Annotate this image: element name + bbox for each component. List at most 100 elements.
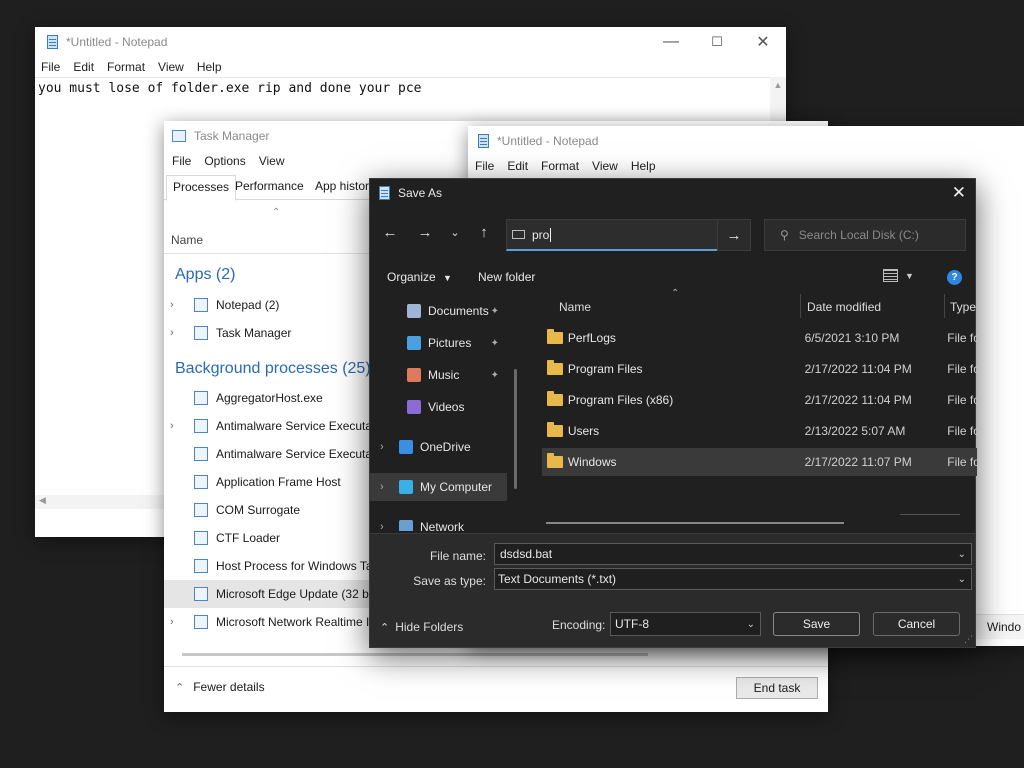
chevron-up-icon: ⌃ xyxy=(380,621,390,634)
file-name: Program Files xyxy=(567,362,643,376)
view-options-button[interactable]: ▼ xyxy=(883,269,914,282)
nav-item[interactable]: › OneDrive xyxy=(370,433,515,461)
file-name: Program Files (x86) xyxy=(567,393,674,407)
bg-process-label: Application Frame Host xyxy=(216,475,341,489)
save-type-select[interactable]: Text Documents (*.txt) ⌄ xyxy=(494,568,972,590)
address-bar[interactable]: pro ⌄ xyxy=(506,219,751,251)
music-icon xyxy=(407,368,421,382)
file-name-input[interactable]: dsdsd.bat ⌄ xyxy=(494,543,972,565)
tm-menu-options[interactable]: Options xyxy=(204,154,245,168)
network-icon xyxy=(399,520,413,531)
np2-menu-edit[interactable]: Edit xyxy=(507,159,528,173)
notepad-icon xyxy=(379,186,390,200)
close-icon[interactable]: ✕ xyxy=(952,183,966,203)
recent-locations-icon[interactable]: ⌄ xyxy=(444,221,466,243)
menu-edit[interactable]: Edit xyxy=(73,60,94,74)
nav-scrollbar[interactable] xyxy=(514,369,517,489)
nav-item[interactable]: Pictures ✦ xyxy=(370,329,515,357)
file-row[interactable]: Users 2/13/2022 5:07 AM File fo xyxy=(542,417,977,445)
np2-menu-view[interactable]: View xyxy=(592,159,618,173)
go-button[interactable]: → xyxy=(717,219,751,251)
menu-view[interactable]: View xyxy=(158,60,184,74)
fewer-details-button[interactable]: ⌃ Fewer details xyxy=(175,680,265,694)
tab-processes[interactable]: Processes xyxy=(166,175,237,201)
maximize-icon[interactable]: ☐ xyxy=(694,27,740,57)
file-hscrollbar[interactable] xyxy=(546,522,844,524)
back-arrow-icon[interactable]: ← xyxy=(379,221,401,243)
np2-menu-format[interactable]: Format xyxy=(541,159,579,173)
tm-menu-file[interactable]: File xyxy=(172,154,191,168)
notepad-2-menubar: File Edit Format View Help xyxy=(468,156,663,176)
notepad-2-titlebar[interactable]: *Untitled - Notepad xyxy=(468,126,1024,156)
notepad-icon xyxy=(47,35,58,49)
navigation-pane: Documents ✦ Pictures ✦ Music ✦ Videos › OneDrive… xyxy=(370,295,527,531)
encoding-value: UTF-8 xyxy=(615,617,649,631)
column-header-name[interactable]: Name xyxy=(171,233,203,247)
file-hscrollbar-track xyxy=(900,514,960,515)
up-arrow-icon[interactable]: ↑ xyxy=(473,221,495,243)
file-row[interactable]: Windows 2/17/2022 11:07 PM File fo xyxy=(542,448,977,476)
search-box[interactable]: ⚲ Search Local Disk (C:) xyxy=(764,219,966,251)
forward-arrow-icon[interactable]: → xyxy=(414,221,436,243)
nav-item-label: Videos xyxy=(428,400,465,414)
chevron-down-icon[interactable]: ⌄ xyxy=(958,549,966,560)
save-as-titlebar[interactable]: Save As ✕ xyxy=(370,179,975,207)
chevron-right-icon[interactable]: › xyxy=(380,521,399,531)
process-icon xyxy=(194,559,208,573)
end-task-button[interactable]: End task xyxy=(736,677,818,699)
file-name: Users xyxy=(567,424,600,438)
col-header-type[interactable]: Type xyxy=(950,300,976,314)
save-as-dialog: Save As ✕ ← → ⌄ ↑ pro ⌄ → ⚲ Search Local… xyxy=(369,178,977,648)
minimize-icon[interactable]: — xyxy=(648,27,694,57)
file-date: 6/5/2021 3:10 PM xyxy=(804,331,900,345)
help-icon[interactable]: ? xyxy=(947,270,962,285)
file-row[interactable]: Program Files 2/17/2022 11:04 PM File fo xyxy=(542,355,977,383)
folder-icon xyxy=(547,360,563,375)
process-icon xyxy=(194,391,208,405)
nav-item[interactable]: Documents ✦ xyxy=(370,297,515,325)
col-header-date[interactable]: Date modified xyxy=(807,300,881,314)
file-row[interactable]: Program Files (x86) 2/17/2022 11:04 PM Fil… xyxy=(542,386,977,414)
menu-file[interactable]: File xyxy=(41,60,60,74)
organize-button[interactable]: Organize ▼ xyxy=(387,270,452,284)
tab-app-history[interactable]: App histor xyxy=(309,175,375,199)
nav-item[interactable]: › Network xyxy=(370,513,515,531)
scroll-up-icon[interactable]: ▲ xyxy=(770,80,786,90)
resize-grip-icon[interactable]: ⋰ xyxy=(964,634,973,645)
hide-folders-button[interactable]: ⌃ Hide Folders xyxy=(380,620,463,634)
new-folder-button[interactable]: New folder xyxy=(478,270,535,284)
np2-menu-help[interactable]: Help xyxy=(631,159,656,173)
tm-hscrollbar[interactable] xyxy=(182,653,648,656)
chevron-right-icon[interactable]: › xyxy=(380,441,399,453)
nav-item[interactable]: › My Computer xyxy=(370,473,507,501)
menu-format[interactable]: Format xyxy=(107,60,145,74)
tm-footer-divider xyxy=(164,666,828,667)
file-type: File fo xyxy=(947,362,977,376)
chevron-down-icon: ▼ xyxy=(905,270,914,281)
chevron-right-icon[interactable]: › xyxy=(170,299,184,311)
cancel-button[interactable]: Cancel xyxy=(873,612,960,636)
tab-performance[interactable]: Performance xyxy=(229,175,310,199)
notepad-1-hscrollbar[interactable]: ◀ xyxy=(35,495,165,509)
menu-help[interactable]: Help xyxy=(197,60,222,74)
col-divider-2 xyxy=(944,294,945,318)
chevron-right-icon[interactable]: › xyxy=(170,420,184,432)
chevron-right-icon[interactable]: › xyxy=(170,616,184,628)
notepad-2-title: *Untitled - Notepad xyxy=(497,134,599,148)
close-icon[interactable]: ✕ xyxy=(740,27,786,57)
chevron-right-icon[interactable]: › xyxy=(170,327,184,339)
nav-item[interactable]: Music ✦ xyxy=(370,361,515,389)
scroll-left-icon[interactable]: ◀ xyxy=(39,495,165,506)
col-header-name[interactable]: Name xyxy=(559,300,591,314)
nav-item[interactable]: Videos xyxy=(370,393,515,421)
save-button[interactable]: Save xyxy=(773,612,860,636)
encoding-select[interactable]: UTF-8 ⌄ xyxy=(610,612,761,636)
bg-process-label: Antimalware Service Executal xyxy=(216,447,375,461)
tm-menu-view[interactable]: View xyxy=(259,154,285,168)
notepad-1-titlebar[interactable]: *Untitled - Notepad — ☐ ✕ xyxy=(35,27,786,57)
np2-menu-file[interactable]: File xyxy=(475,159,494,173)
file-date: 2/17/2022 11:04 PM xyxy=(804,393,912,407)
file-row[interactable]: PerfLogs 6/5/2021 3:10 PM File fo xyxy=(542,324,977,352)
bg-process-label: Antimalware Service Executal xyxy=(216,419,375,433)
chevron-right-icon[interactable]: › xyxy=(380,481,399,493)
